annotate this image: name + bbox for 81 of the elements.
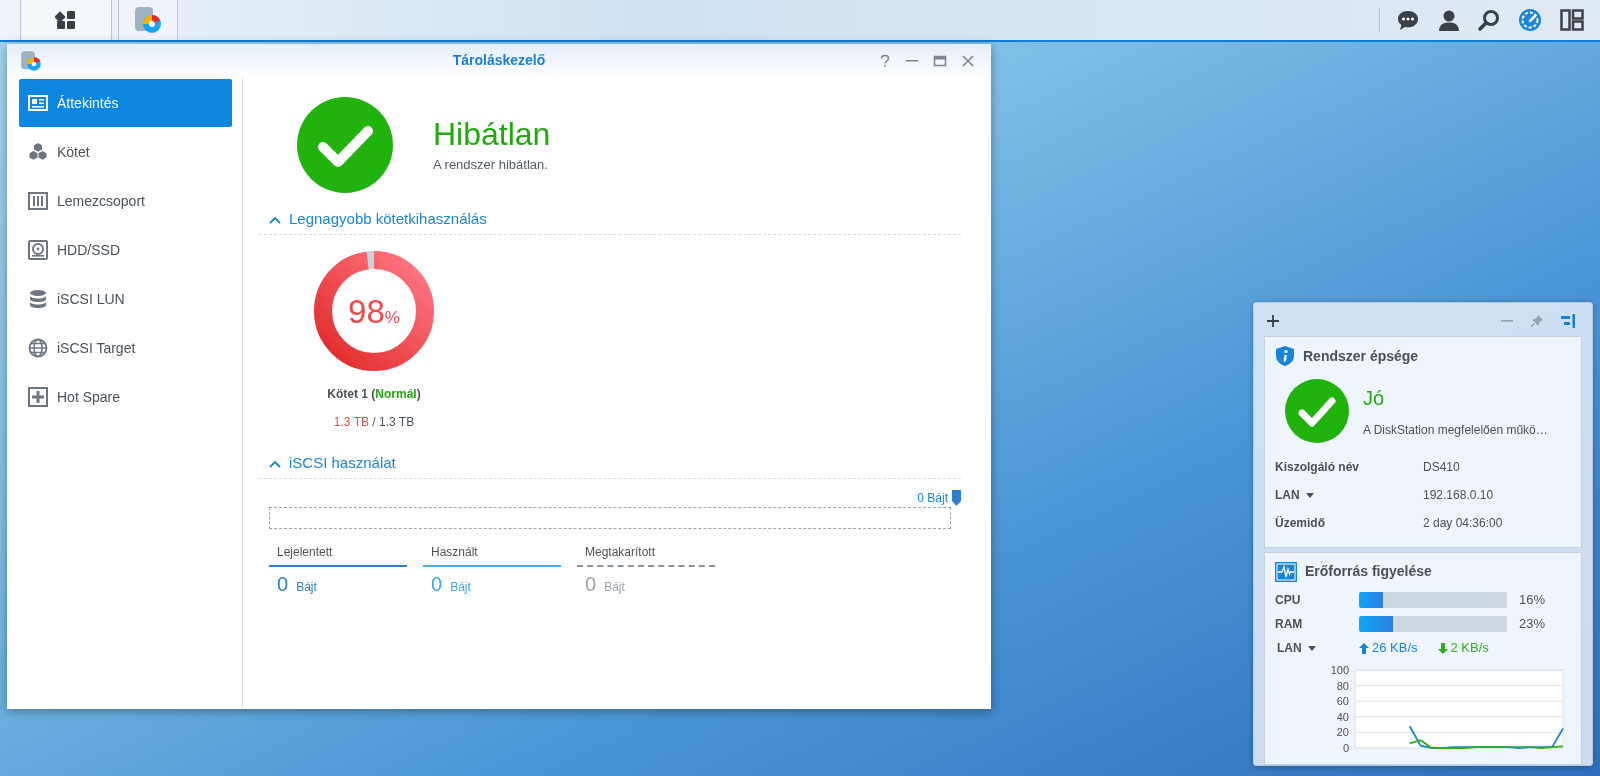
marker-icon [952,490,961,506]
section-heading[interactable]: iSCSI használat [289,452,396,475]
plus-square-icon [28,387,48,407]
card-title: Rendszer épsége [1303,346,1419,366]
storage-app-button[interactable] [118,0,178,40]
y-tick-label: 0 [1342,742,1349,754]
health-status: Jó [1363,386,1386,411]
database-icon [28,289,48,309]
storage-manager-icon [132,4,164,36]
dropdown-caret-icon[interactable] [1305,492,1314,498]
volume-name: Kötet 1 (Normál) [327,386,421,403]
pulse-monitor-icon [1275,561,1297,582]
volume-size: 1.3 TB / 1.3 TB [333,414,415,431]
y-tick-label: 20 [1336,726,1349,739]
close-icon[interactable] [961,53,975,68]
up-arrow-icon [1359,642,1369,654]
network-label: LAN [1277,640,1302,657]
layout-icon[interactable] [1560,9,1584,31]
apps-grid-icon [55,9,77,31]
stat-unit: Bájt [296,579,317,596]
meter-reading: 23% [1519,615,1546,634]
sidebar-item[interactable]: iSCSI LUN [19,275,232,323]
stat-label: Használt [423,543,561,567]
stat-value: 0 [585,572,597,597]
check-circle-icon [297,97,393,193]
stat-label: Megtakarított [577,543,715,567]
cubes-icon [28,142,48,162]
meter-label: RAM [1275,616,1304,633]
gauge-icon[interactable] [1518,8,1542,32]
download-rate: 2 KB/s [1450,639,1489,658]
id-card-icon [28,93,48,113]
sidebar-item[interactable]: Áttekintés [19,79,232,127]
chevron-icon[interactable] [269,215,281,224]
info-label: LAN [1275,487,1300,504]
y-tick-label: 80 [1336,679,1349,692]
info-label: Kiszolgáló név [1275,459,1360,476]
usage-percent: 98% [348,294,400,328]
chevron-icon[interactable] [269,459,281,468]
columns-icon [28,191,48,211]
section-heading[interactable]: Legnagyobb kötetkihasználás [289,208,487,231]
maximize-icon[interactable] [933,53,947,68]
status-message: A rendszer hibátlan. [433,156,549,175]
window-title: Tároláskezelő [452,51,546,70]
card-title: Erőforrás figyelése [1305,562,1432,581]
globe-icon [28,338,48,358]
health-message: A DiskStation megfelelően műkö… [1363,422,1548,439]
stat-label: Lejelentett [269,543,407,567]
help-icon[interactable] [879,53,891,68]
meter-reading: 16% [1519,591,1546,610]
info-value: 2 day 04:36:00 [1423,515,1503,532]
info-label: Üzemidő [1275,515,1325,532]
usage-donut-remainder [366,251,375,270]
meter-label: CPU [1275,592,1302,609]
sidebar-item[interactable]: iSCSI Target [19,324,232,372]
stat-unit: Bájt [604,579,625,596]
panel-icon[interactable] [1560,314,1576,328]
capacity-label: 0 Bájt [917,490,948,507]
check-circle-icon [1285,379,1349,443]
search-icon[interactable] [1478,9,1500,31]
user-icon[interactable] [1438,9,1460,31]
add-icon[interactable] [1266,314,1280,328]
y-tick-label: 60 [1336,695,1349,708]
upload-rate: 26 KB/s [1372,639,1418,658]
chat-icon[interactable] [1396,9,1420,31]
stat-value: 0 [431,572,443,597]
y-tick-label: 100 [1330,664,1349,676]
sidebar-item[interactable]: Lemezcsoport [19,177,232,225]
storage-manager-icon [19,48,43,73]
stat-value: 0 [277,572,289,597]
info-shield-icon [1275,345,1295,367]
stat-unit: Bájt [450,579,471,596]
status-title: Hibátlan [433,115,551,154]
main-menu-button[interactable] [20,0,112,40]
info-value: DS410 [1423,459,1460,476]
down-arrow-icon [1437,642,1448,654]
y-tick-label: 40 [1336,710,1349,723]
sidebar-item[interactable]: Hot Spare [19,373,232,421]
sidebar-item[interactable]: HDD/SSD [19,226,232,274]
dropdown-caret-icon[interactable] [1307,645,1316,651]
info-value: 192.168.0.10 [1423,487,1494,504]
sidebar-item[interactable]: Kötet [19,128,232,176]
